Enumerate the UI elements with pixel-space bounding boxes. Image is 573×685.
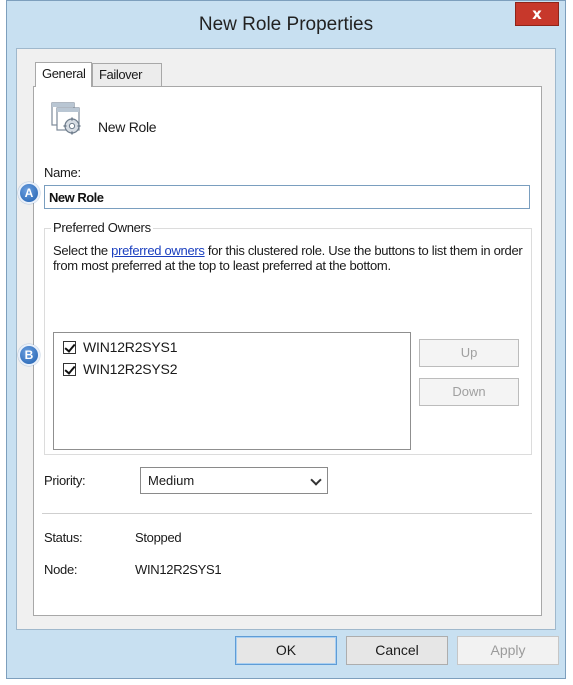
description-text-start: Select the — [53, 243, 112, 258]
owner-name: WIN12R2SYS1 — [83, 339, 178, 355]
tab-general[interactable]: General — [35, 62, 92, 87]
owner-name: WIN12R2SYS2 — [83, 361, 178, 377]
ok-button[interactable]: OK — [235, 636, 337, 665]
window-title: New Role Properties — [198, 14, 374, 35]
close-button[interactable]: x — [515, 2, 559, 26]
owner-item[interactable]: WIN12R2SYS1 — [63, 338, 177, 356]
callout-a-badge: A — [18, 182, 40, 204]
role-name-text: New Role — [98, 119, 157, 135]
dialog-client-area: General Failover New Role Name: Preferre… — [16, 48, 556, 630]
title-bar[interactable]: New Role Properties x — [7, 1, 565, 47]
owners-list[interactable]: WIN12R2SYS1 WIN12R2SYS2 — [53, 332, 411, 450]
preferred-owners-description: Select the preferred owners for this clu… — [53, 243, 523, 273]
apply-button[interactable]: Apply — [457, 636, 559, 665]
name-label: Name: — [44, 165, 81, 180]
owner-checkbox[interactable] — [63, 340, 76, 354]
preferred-owners-title: Preferred Owners — [51, 220, 153, 235]
dialog-window: New Role Properties x General Failover N… — [6, 0, 566, 679]
move-up-button[interactable]: Up — [419, 339, 519, 367]
cancel-button[interactable]: Cancel — [346, 636, 448, 665]
preferred-owners-group: Preferred Owners Select the preferred ow… — [44, 220, 532, 455]
priority-label: Priority: — [44, 473, 86, 488]
name-input[interactable] — [44, 185, 530, 209]
status-label: Status: — [44, 530, 83, 545]
cluster-role-icon — [51, 102, 81, 135]
owner-item[interactable]: WIN12R2SYS2 — [63, 360, 177, 378]
priority-selected-value: Medium — [148, 473, 195, 488]
chevron-down-icon — [310, 474, 322, 486]
divider — [42, 513, 532, 514]
callout-b-badge: B — [18, 344, 40, 366]
move-down-button[interactable]: Down — [419, 378, 519, 406]
priority-dropdown[interactable]: Medium — [140, 467, 328, 494]
status-value: Stopped — [135, 530, 182, 545]
preferred-owners-link[interactable]: preferred owners — [111, 243, 205, 258]
node-label: Node: — [44, 562, 78, 577]
tab-failover[interactable]: Failover — [92, 63, 162, 86]
node-value: WIN12R2SYS1 — [135, 562, 222, 577]
general-tab-panel: New Role Name: Preferred Owners Select t… — [33, 86, 542, 616]
owner-checkbox[interactable] — [63, 362, 76, 376]
